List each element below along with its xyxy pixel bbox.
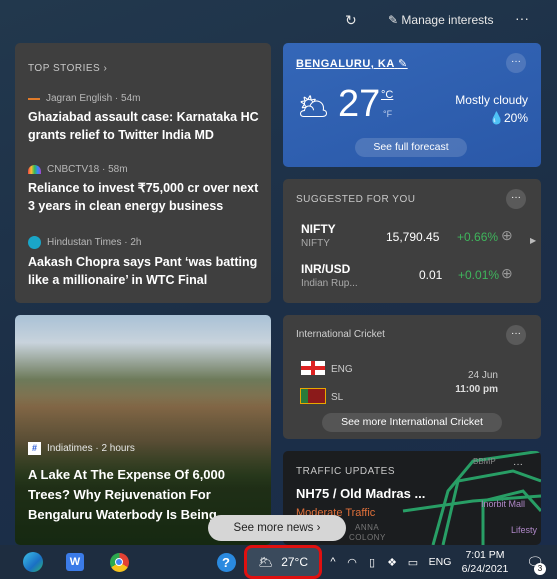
story-source: CNBCTV18 · 58m bbox=[47, 164, 128, 175]
story-title[interactable]: Ghaziabad assault case: Karnataka HC gra… bbox=[28, 108, 261, 144]
unit-celsius[interactable]: °C bbox=[381, 89, 393, 101]
manage-interests-label: Manage interests bbox=[401, 13, 494, 27]
map-label: Lifesty bbox=[511, 525, 538, 535]
add-stock-icon[interactable]: ⊕ bbox=[501, 227, 513, 244]
news-image-card[interactable]: # Indiatimes · 2 hours A Lake At The Expe… bbox=[15, 315, 271, 545]
add-stock-icon[interactable]: ⊕ bbox=[501, 265, 513, 282]
edge-icon[interactable] bbox=[18, 545, 48, 579]
news-source: Indiatimes · 2 hours bbox=[47, 443, 135, 454]
story-title[interactable]: Aakash Chopra says Pant ‘was batting lik… bbox=[28, 253, 261, 289]
map-label: COLONY bbox=[349, 533, 386, 542]
suggested-more-button[interactable]: ··· bbox=[506, 189, 526, 209]
precipitation: 💧20% bbox=[489, 111, 528, 125]
stock-name: NIFTY bbox=[301, 238, 330, 249]
stock-change: +0.01% bbox=[458, 268, 500, 282]
notifications-button[interactable]: 🗨 3 bbox=[522, 545, 548, 579]
match-date: 24 Jun bbox=[467, 370, 498, 381]
team-2: SL bbox=[331, 392, 344, 403]
see-more-news-button[interactable]: See more news › bbox=[208, 515, 346, 541]
england-flag-icon bbox=[301, 361, 325, 375]
see-more-cricket-button[interactable]: See more International Cricket bbox=[322, 413, 502, 432]
chrome-icon[interactable] bbox=[104, 545, 134, 579]
jagran-logo-icon bbox=[28, 97, 40, 100]
news-title[interactable]: A Lake At The Expense Of 6,000 Trees? Wh… bbox=[28, 465, 241, 525]
weather-more-button[interactable]: ··· bbox=[506, 53, 526, 73]
dropbox-icon[interactable]: ❖ bbox=[384, 545, 400, 579]
show-hidden-icons-button[interactable]: ^ bbox=[326, 545, 340, 579]
battery-icon[interactable]: ▭ bbox=[404, 545, 422, 579]
suggested-heading: SUGGESTED FOR YOU bbox=[296, 194, 416, 205]
stock-symbol: NIFTY bbox=[301, 222, 336, 236]
story-item[interactable]: Jagran English · 54m Ghaziabad assault c… bbox=[28, 93, 261, 144]
stock-price: 0.01 bbox=[419, 268, 443, 282]
stock-row[interactable]: INR/USD Indian Rup... 0.01 +0.01% ⊕ bbox=[301, 262, 527, 296]
temperature: 27 bbox=[338, 83, 381, 125]
clock-date: 6/24/2021 bbox=[461, 563, 509, 575]
ht-logo-icon bbox=[28, 236, 41, 249]
partly-cloudy-icon: 🌥 bbox=[257, 555, 274, 569]
refresh-icon[interactable]: ↻ bbox=[345, 12, 357, 29]
more-options-icon[interactable]: ··· bbox=[515, 10, 529, 26]
manage-interests-button[interactable]: ✎ Manage interests bbox=[388, 13, 493, 27]
cricket-more-button[interactable]: ··· bbox=[506, 325, 526, 345]
pencil-icon: ✎ bbox=[388, 13, 399, 27]
suggested-card: SUGGESTED FOR YOU ··· NIFTY NIFTY 15,790… bbox=[283, 179, 541, 303]
map-label: ANNA bbox=[355, 523, 380, 532]
map-label: Inorbit Mall bbox=[481, 499, 526, 509]
next-arrow-icon[interactable]: ▶ bbox=[530, 236, 536, 245]
stock-row[interactable]: NIFTY NIFTY 15,790.45 +0.66% ⊕ bbox=[301, 222, 527, 256]
story-item[interactable]: Hindustan Times · 2h Aakash Chopra says … bbox=[28, 236, 261, 289]
widget-header: ↻ ✎ Manage interests ··· bbox=[0, 10, 557, 34]
wps-icon[interactable]: W bbox=[60, 545, 90, 579]
device-icon[interactable]: ▯ bbox=[364, 545, 380, 579]
traffic-road: NH75 / Old Madras ... bbox=[296, 486, 426, 501]
top-stories-card: TOP STORIES › Jagran English · 54m Ghazi… bbox=[15, 43, 271, 303]
raindrop-icon: 💧 bbox=[489, 111, 504, 125]
match-time: 11:00 pm bbox=[455, 384, 498, 395]
traffic-heading: TRAFFIC UPDATES bbox=[296, 466, 395, 477]
clock[interactable]: 7:01 PM 6/24/2021 bbox=[458, 545, 512, 579]
taskbar-weather-button[interactable]: 🌥 27°C bbox=[244, 545, 322, 579]
cricket-card: International Cricket ··· ENG SL 24 Jun … bbox=[283, 315, 541, 439]
stock-symbol: INR/USD bbox=[301, 262, 351, 276]
top-stories-heading[interactable]: TOP STORIES › bbox=[28, 63, 107, 74]
edit-location-icon[interactable]: ✎ bbox=[398, 58, 408, 70]
partly-cloudy-night-icon: 🌥 bbox=[297, 91, 331, 121]
map-label: BBMP bbox=[473, 457, 496, 466]
see-full-forecast-button[interactable]: See full forecast bbox=[355, 138, 467, 157]
stock-change: +0.66% bbox=[457, 230, 499, 244]
taskbar: W ? 🌥 27°C ^ ◠ ▯ ❖ ▭ ENG 7:01 PM 6/24/2021… bbox=[0, 545, 557, 579]
notification-count-badge: 3 bbox=[534, 563, 546, 575]
story-item[interactable]: CNBCTV18 · 58m Reliance to invest ₹75,00… bbox=[28, 164, 261, 215]
wifi-icon[interactable]: ◠ bbox=[344, 545, 360, 579]
condition: Mostly cloudy bbox=[455, 93, 528, 107]
story-source: Hindustan Times · 2h bbox=[47, 237, 142, 248]
sri-lanka-flag-icon bbox=[300, 388, 326, 404]
cricket-heading[interactable]: International Cricket bbox=[296, 329, 385, 340]
language-indicator[interactable]: ENG bbox=[426, 545, 454, 579]
team-1: ENG bbox=[331, 364, 353, 375]
story-source: Jagran English · 54m bbox=[46, 93, 141, 104]
taskbar-temp: 27°C bbox=[281, 555, 309, 569]
clock-time: 7:01 PM bbox=[465, 549, 505, 561]
story-title[interactable]: Reliance to invest ₹75,000 cr over next … bbox=[28, 179, 261, 215]
weather-card: BENGALURU, KA ✎ ··· 🌥 27 °C °F Mostly cl… bbox=[283, 43, 541, 167]
help-icon[interactable]: ? bbox=[212, 545, 240, 579]
traffic-more-button[interactable]: ··· bbox=[513, 459, 523, 470]
location-link[interactable]: BENGALURU, KA ✎ bbox=[296, 57, 408, 70]
indiatimes-logo-icon: # bbox=[28, 442, 41, 455]
stock-price: 15,790.45 bbox=[386, 230, 440, 244]
stock-name: Indian Rup... bbox=[301, 278, 358, 289]
cnbc-logo-icon bbox=[28, 165, 41, 174]
unit-fahrenheit[interactable]: °F bbox=[383, 109, 392, 119]
